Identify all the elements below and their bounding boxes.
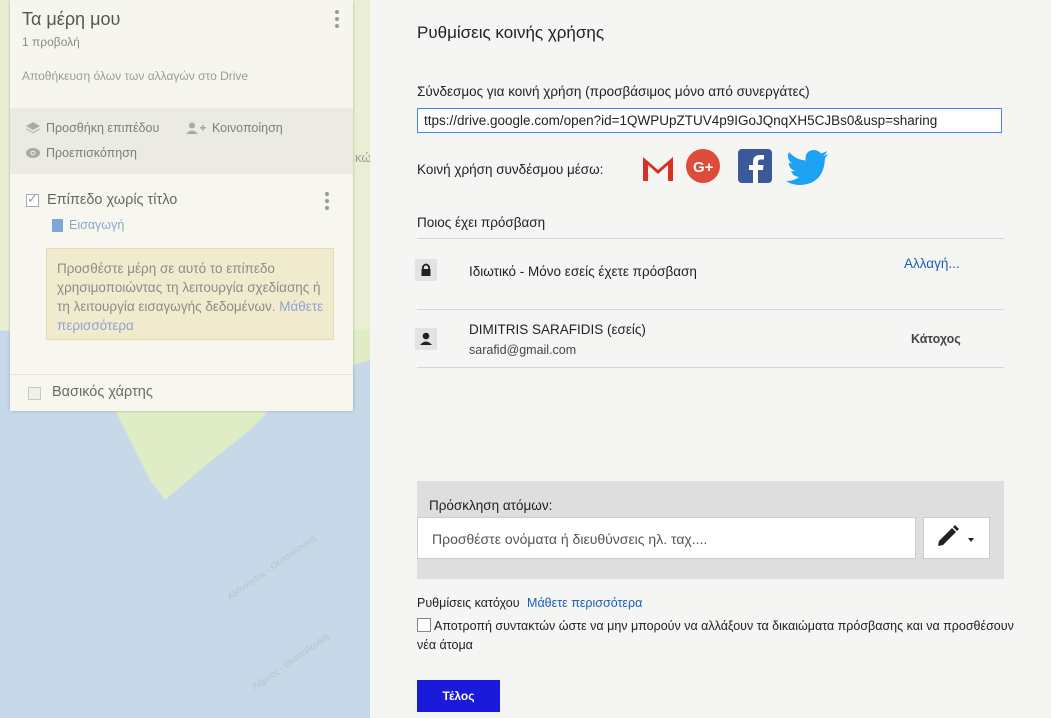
import-label: Εισαγωγή [69, 218, 125, 232]
map-options-icon[interactable] [335, 10, 339, 31]
invite-input[interactable]: Προσθέστε ονόματα ή διευθύνσεις ηλ. ταχ.… [417, 517, 916, 559]
chevron-down-icon[interactable] [28, 387, 41, 400]
done-button[interactable]: Τέλος [417, 680, 500, 712]
owner-role-badge: Κάτοχος [911, 332, 961, 346]
gmail-icon[interactable] [642, 147, 674, 185]
map-title[interactable]: Τα μέρη μου [22, 9, 120, 30]
invite-label: Πρόσκληση ατόμων: [429, 498, 553, 513]
restrict-editors-checkbox[interactable] [417, 618, 431, 632]
import-file-icon [52, 218, 63, 232]
base-map-label: Βασικός χάρτης [52, 384, 153, 400]
pencil-icon [938, 525, 974, 546]
share-link-field[interactable]: ttps://drive.google.com/open?id=1QWPUpZT… [417, 108, 1002, 133]
svg-text:G+: G+ [693, 159, 714, 176]
import-link[interactable]: Εισαγωγή [52, 218, 124, 232]
share-via-label: Κοινή χρήση συνδέσμου μέσω: [417, 162, 604, 177]
layer-tip: Προσθέστε μέρη σε αυτό το επίπεδο χρησιμ… [46, 248, 334, 340]
map-actions: Προσθήκη επιπέδου Κοινοποίηση Προεπισκόπ… [10, 108, 353, 174]
permission-dropdown-button[interactable] [923, 517, 990, 559]
share-label: Κοινοποίηση [212, 121, 283, 135]
twitter-icon[interactable] [786, 147, 830, 185]
divider [417, 238, 1004, 239]
facebook-icon[interactable] [736, 147, 774, 185]
save-status: Αποθήκευση όλων των αλλαγών στο Drive [22, 69, 249, 83]
preview-button[interactable]: Προεπισκόπηση [26, 146, 137, 160]
access-section-label: Ποιος έχει πρόσβαση [417, 215, 546, 230]
share-link-label: Σύνδεσμος για κοινή χρήση (προσβάσιμος μ… [417, 84, 810, 99]
invite-people-section: Πρόσκληση ατόμων: Προσθέστε ονόματα ή δι… [417, 481, 1004, 579]
layer-checkbox[interactable] [26, 191, 39, 207]
owner-name: DIMITRIS SARAFIDIS (εσείς) [469, 322, 646, 337]
base-map-row[interactable]: Βασικός χάρτης [10, 374, 353, 411]
share-button[interactable]: Κοινοποίηση [186, 121, 283, 135]
layer-title[interactable]: Επίπεδο χωρίς τίτλο [47, 192, 177, 208]
person-icon [415, 328, 437, 350]
owner-settings-learn-more-link[interactable]: Μάθετε περισσότερα [527, 596, 642, 610]
layer-header[interactable]: Επίπεδο χωρίς τίτλο [26, 191, 177, 208]
divider [417, 309, 1004, 310]
access-level-text: Ιδιωτικό - Μόνο εσείς έχετε πρόσβαση [469, 264, 697, 279]
divider [417, 367, 1004, 368]
add-person-icon [186, 122, 206, 134]
sharing-settings-dialog: Ρυθμίσεις κοινής χρήσης Σύνδεσμος για κο… [370, 0, 1051, 718]
layer-options-icon[interactable] [325, 192, 329, 213]
lock-icon [415, 259, 437, 281]
owner-settings-row: Ρυθμίσεις κατόχου Μάθετε περισσότερα [417, 596, 642, 610]
preview-label: Προεπισκόπηση [46, 146, 137, 160]
owner-email: sarafid@gmail.com [469, 343, 577, 357]
map-sidebar: Τα μέρη μου 1 προβολή Αποθήκευση όλων τω… [10, 0, 353, 411]
restrict-editors-option[interactable]: Αποτροπή συντακτών ώστε να μην μπορούν ν… [417, 617, 1017, 655]
layers-icon [26, 122, 40, 134]
add-layer-label: Προσθήκη επιπέδου [46, 121, 160, 135]
owner-settings-label: Ρυθμίσεις κατόχου [417, 596, 520, 610]
layer-panel: Επίπεδο χωρίς τίτλο Εισαγωγή Προσθέστε μ… [10, 174, 353, 374]
add-layer-button[interactable]: Προσθήκη επιπέδου [26, 121, 159, 135]
view-count: 1 προβολή [22, 35, 80, 49]
eye-icon [26, 148, 40, 158]
restrict-editors-label: Αποτροπή συντακτών ώστε να μην μπορούν ν… [417, 619, 1014, 652]
google-plus-icon[interactable]: G+ [684, 147, 722, 185]
dialog-title: Ρυθμίσεις κοινής χρήσης [417, 23, 605, 42]
change-access-link[interactable]: Αλλαγή... [904, 256, 960, 271]
